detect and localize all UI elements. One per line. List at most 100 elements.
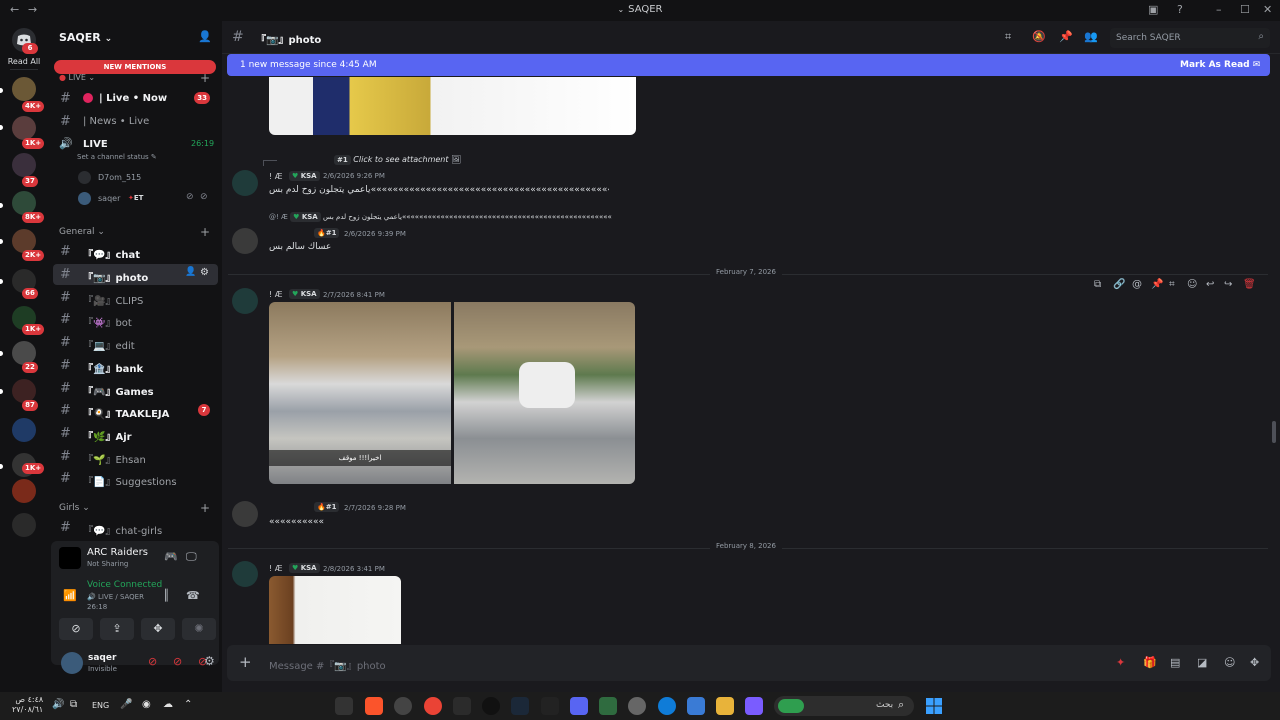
- network-icon[interactable]: ⧉: [70, 699, 77, 710]
- microsoft-store-icon[interactable]: [687, 697, 705, 715]
- mark-as-read-button[interactable]: Mark As Read ✉: [1180, 60, 1260, 70]
- channel-live-now[interactable]: # | Live • Now 33: [53, 88, 218, 109]
- help-icon[interactable]: ?: [1177, 3, 1183, 16]
- soundboard-button[interactable]: ✺: [182, 618, 216, 640]
- attachment-image[interactable]: [269, 576, 401, 644]
- thread-icon[interactable]: ⌗: [1169, 279, 1175, 290]
- server-icon[interactable]: [12, 153, 36, 177]
- voice-user[interactable]: D7om_515: [78, 169, 218, 187]
- mention-icon[interactable]: @: [1132, 279, 1142, 290]
- disconnect-icon[interactable]: ☎: [186, 589, 200, 602]
- attachment-image[interactable]: [269, 77, 636, 135]
- channel-clips[interactable]: # 『🎥』CLIPS: [53, 287, 218, 308]
- reply-preview[interactable]: #1 Click to see attachment 🖼: [334, 155, 461, 165]
- camera-off-button[interactable]: ⊘: [59, 618, 93, 640]
- capcut-icon[interactable]: [453, 697, 471, 715]
- headphones-muted-icon[interactable]: ⊘: [173, 655, 182, 668]
- pin-icon[interactable]: 📌: [1151, 279, 1163, 290]
- apps-icon[interactable]: ⧉: [1094, 279, 1101, 290]
- gif-icon[interactable]: ▤: [1170, 656, 1180, 669]
- reply-icon[interactable]: ↩: [1206, 279, 1214, 290]
- server-icon[interactable]: [12, 77, 36, 101]
- channel-bank[interactable]: # 『🏦』bank: [53, 355, 218, 376]
- author-name[interactable]: ! Æ: [269, 172, 283, 181]
- message-input[interactable]: Message #『📷』photo: [269, 657, 386, 672]
- mic-muted-icon[interactable]: ⊘: [148, 655, 157, 668]
- channel-ajr[interactable]: # 『🌿』Ajr: [53, 423, 218, 444]
- author-name[interactable]: ! Æ: [269, 290, 283, 299]
- chevron-up-icon[interactable]: ⌃: [184, 699, 192, 710]
- avatar[interactable]: [232, 501, 258, 527]
- author-name[interactable]: ! Æ: [269, 564, 283, 573]
- search-input[interactable]: Search SAQER ⌕: [1110, 28, 1270, 48]
- signal-icon[interactable]: 📶: [63, 589, 77, 602]
- screen-share-icon[interactable]: ▣: [1148, 3, 1158, 16]
- gear-icon[interactable]: ⚙: [200, 267, 209, 278]
- add-attachment-icon[interactable]: +: [239, 653, 252, 671]
- screen-share-button[interactable]: ⇪: [100, 618, 134, 640]
- add-channel-icon[interactable]: +: [200, 225, 210, 239]
- channel-status-setter[interactable]: Set a channel status ✎: [77, 153, 157, 161]
- notifications-muted-icon[interactable]: 🔕: [1032, 30, 1046, 43]
- close-icon[interactable]: ✕: [1263, 3, 1272, 16]
- new-messages-bar[interactable]: 1 new message since 4:45 AM Mark As Read…: [227, 54, 1270, 76]
- read-all-button[interactable]: Read All: [0, 57, 48, 66]
- scrollbar-thumb[interactable]: [1272, 421, 1276, 443]
- apps-icon[interactable]: ✥: [1250, 656, 1259, 669]
- app-icon[interactable]: [628, 697, 646, 715]
- controller-icon[interactable]: 🎮: [164, 550, 178, 563]
- volume-icon[interactable]: 🔊: [52, 699, 64, 710]
- avatar[interactable]: [232, 561, 258, 587]
- brave-browser-icon[interactable]: [365, 697, 383, 715]
- obs-icon[interactable]: [394, 697, 412, 715]
- new-mentions-banner[interactable]: NEW MENTIONS: [54, 60, 216, 74]
- pin-icon[interactable]: 📌: [1059, 30, 1073, 43]
- user-name[interactable]: saqer: [88, 653, 116, 663]
- add-channel-icon[interactable]: +: [200, 71, 210, 85]
- channel-ehsan[interactable]: # 『🌱』Ehsan: [53, 446, 218, 467]
- avatar[interactable]: [61, 652, 83, 674]
- channel-bot[interactable]: # 『👾』bot: [53, 309, 218, 330]
- message-composer[interactable]: + Message #『📷』photo ✦ 🎁 ▤ ◪ ☺ ✥: [227, 645, 1271, 681]
- avatar[interactable]: [232, 228, 258, 254]
- threads-icon[interactable]: ⌗: [1005, 30, 1011, 44]
- avatar[interactable]: [232, 288, 258, 314]
- sparkle-icon[interactable]: ✦: [1116, 656, 1125, 669]
- avatar[interactable]: [232, 170, 258, 196]
- server-icon[interactable]: [12, 116, 36, 140]
- server-icon[interactable]: [12, 513, 36, 537]
- chrome-icon[interactable]: [424, 697, 442, 715]
- voice-channel-path[interactable]: 🔊 LIVE / SAQER: [87, 593, 144, 601]
- emoji-icon[interactable]: ☺: [1224, 656, 1235, 669]
- channel-suggestions[interactable]: # 『📄』Suggestions: [53, 468, 218, 489]
- stream-icon[interactable]: 🖵: [186, 550, 197, 564]
- gift-icon[interactable]: 🎁: [1143, 656, 1157, 669]
- arc-raiders-server-icon[interactable]: [12, 418, 36, 442]
- server-header[interactable]: SAQER ⌄ 👤: [48, 21, 222, 55]
- reply-preview[interactable]: @! Æ ♥ KSA ياعمي يتجلون زوح لدم بس««««««…: [269, 212, 649, 222]
- add-member-icon[interactable]: 👤: [198, 30, 212, 43]
- language-indicator[interactable]: ENG: [92, 701, 109, 710]
- gear-icon[interactable]: ⚙: [204, 654, 215, 668]
- voice-user[interactable]: saqer ✦ET ⊘ ⊘: [78, 190, 218, 208]
- general-category[interactable]: General ⌄: [59, 227, 105, 237]
- channel-chat-girls[interactable]: # 『💬』chat-girls: [53, 517, 218, 538]
- link-icon[interactable]: 🔗: [1113, 279, 1125, 290]
- add-channel-icon[interactable]: +: [200, 501, 210, 515]
- attachment-image[interactable]: [454, 302, 635, 484]
- noise-suppression-icon[interactable]: ║: [163, 589, 170, 602]
- steam-icon[interactable]: [511, 697, 529, 715]
- add-reaction-icon[interactable]: ☺: [1187, 279, 1197, 290]
- taskbar-search[interactable]: بحث ⌕: [774, 696, 914, 716]
- server-icon[interactable]: [12, 479, 36, 503]
- voice-status[interactable]: Voice Connected: [87, 580, 162, 590]
- minimize-icon[interactable]: –: [1216, 3, 1222, 16]
- member-list-icon[interactable]: 👥: [1084, 30, 1098, 43]
- pen-app-icon[interactable]: [335, 697, 353, 715]
- channel-taakleja[interactable]: # 『🍳』TAAKLEJA 7: [53, 400, 218, 421]
- attachment-image[interactable]: اخيرا!!! موقف: [269, 302, 451, 484]
- delete-icon[interactable]: 🗑: [1243, 279, 1256, 290]
- tray-app-icon[interactable]: ◉: [142, 699, 151, 710]
- channel-edit[interactable]: # 『💻』edit: [53, 332, 218, 353]
- channel-photo[interactable]: # 『📷』photo 👤 ⚙: [53, 264, 218, 285]
